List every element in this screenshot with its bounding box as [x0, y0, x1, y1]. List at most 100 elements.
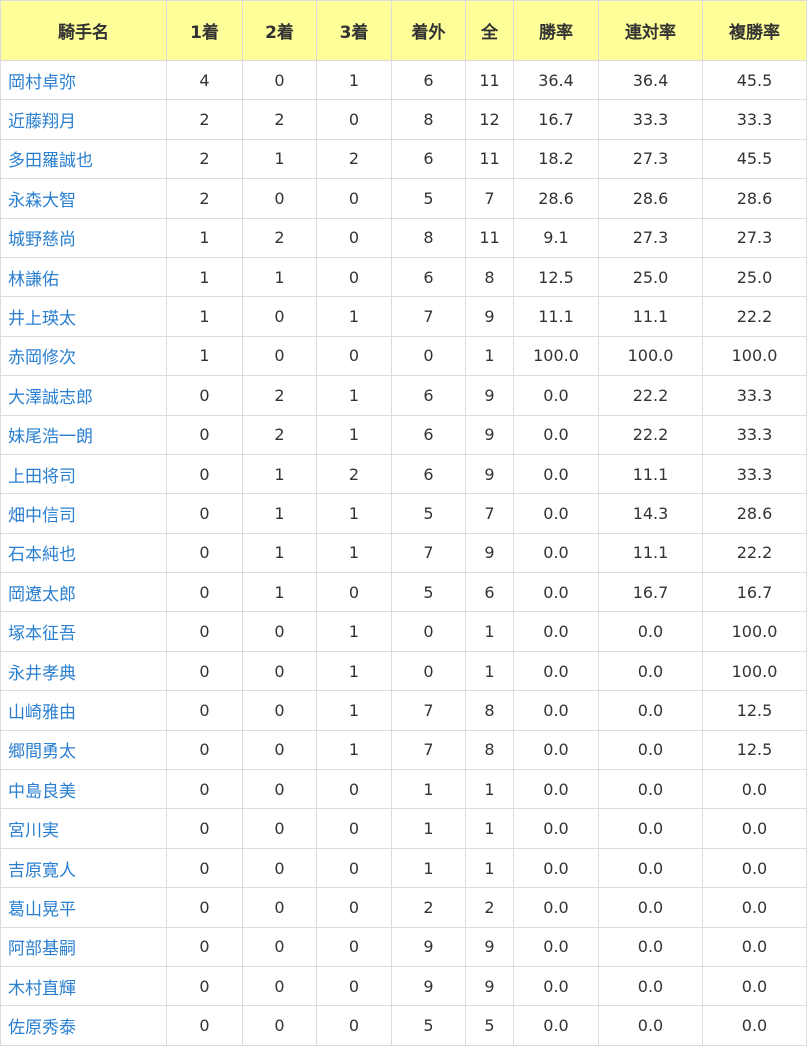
cell-quinella-rate: 0.0	[598, 611, 703, 652]
header-first: 1着	[166, 0, 243, 61]
cell-third: 1	[316, 375, 392, 416]
jockey-name-link[interactable]: 山崎雅由	[8, 703, 76, 723]
cell-second: 1	[242, 572, 317, 613]
cell-third: 0	[316, 335, 392, 377]
jockey-name-link[interactable]: 木村直輝	[8, 979, 76, 999]
table-row: 大澤誠志郎 0 2 1 6 9 0.0 22.2 33.3	[0, 375, 807, 416]
cell-quinella-rate: 0.0	[598, 808, 703, 849]
cell-out: 8	[391, 99, 466, 140]
cell-show-rate: 0.0	[702, 769, 807, 810]
cell-out: 2	[391, 887, 466, 928]
cell-first: 0	[166, 1005, 243, 1046]
jockey-name-link[interactable]: 上田将司	[8, 467, 76, 487]
cell-second: 0	[242, 59, 317, 101]
cell-third: 0	[316, 965, 392, 1007]
jockey-name-link[interactable]: 多田羅誠也	[8, 151, 93, 171]
cell-jockey-name: 永森大智	[0, 178, 167, 219]
jockey-name-link[interactable]: 宮川実	[8, 821, 59, 841]
table-row: 井上瑛太 1 0 1 7 9 11.1 11.1 22.2	[0, 296, 807, 337]
cell-first: 0	[166, 769, 243, 810]
cell-show-rate: 0.0	[702, 808, 807, 849]
cell-quinella-rate: 0.0	[598, 965, 703, 1007]
cell-jockey-name: 阿部基嗣	[0, 926, 167, 967]
table-row: 岡遼太郎 0 1 0 5 6 0.0 16.7 16.7	[0, 572, 807, 613]
cell-third: 0	[316, 847, 392, 889]
jockey-name-link[interactable]: 妹尾浩一朗	[8, 427, 93, 447]
cell-win-rate: 9.1	[513, 217, 599, 258]
cell-out: 5	[391, 178, 466, 219]
jockey-name-link[interactable]: 岡遼太郎	[8, 585, 76, 605]
cell-first: 0	[166, 847, 243, 889]
cell-second: 0	[242, 965, 317, 1007]
cell-jockey-name: 多田羅誠也	[0, 138, 167, 180]
cell-out: 5	[391, 493, 466, 534]
cell-quinella-rate: 0.0	[598, 926, 703, 967]
cell-total: 9	[465, 453, 514, 495]
cell-win-rate: 0.0	[513, 965, 599, 1007]
jockey-name-link[interactable]: 佐原秀泰	[8, 1018, 76, 1038]
cell-quinella-rate: 28.6	[598, 178, 703, 219]
cell-third: 2	[316, 453, 392, 495]
cell-total: 5	[465, 1005, 514, 1046]
cell-second: 1	[242, 532, 317, 574]
table-row: 林謙佑 1 1 0 6 8 12.5 25.0 25.0	[0, 256, 807, 298]
jockey-name-link[interactable]: 永森大智	[8, 191, 76, 211]
jockey-name-link[interactable]: 郷間勇太	[8, 742, 76, 762]
table-row: 吉原寛人 0 0 0 1 1 0.0 0.0 0.0	[0, 847, 807, 889]
jockey-name-link[interactable]: 吉原寛人	[8, 861, 76, 881]
cell-win-rate: 0.0	[513, 650, 599, 692]
cell-quinella-rate: 11.1	[598, 532, 703, 574]
cell-win-rate: 0.0	[513, 611, 599, 652]
cell-quinella-rate: 0.0	[598, 769, 703, 810]
cell-quinella-rate: 22.2	[598, 375, 703, 416]
table-row: 近藤翔月 2 2 0 8 12 16.7 33.3 33.3	[0, 99, 807, 140]
cell-show-rate: 28.6	[702, 493, 807, 534]
cell-show-rate: 0.0	[702, 965, 807, 1007]
cell-win-rate: 100.0	[513, 335, 599, 377]
table-row: 阿部基嗣 0 0 0 9 9 0.0 0.0 0.0	[0, 926, 807, 967]
cell-jockey-name: 山崎雅由	[0, 690, 167, 731]
jockey-name-link[interactable]: 大澤誠志郎	[8, 388, 93, 408]
cell-quinella-rate: 33.3	[598, 99, 703, 140]
cell-jockey-name: 城野慈尚	[0, 217, 167, 258]
cell-jockey-name: 佐原秀泰	[0, 1005, 167, 1046]
jockey-name-link[interactable]: 塚本征吾	[8, 624, 76, 644]
jockey-name-link[interactable]: 畑中信司	[8, 506, 76, 526]
cell-show-rate: 45.5	[702, 138, 807, 180]
cell-second: 0	[242, 690, 317, 731]
jockey-name-link[interactable]: 中島良美	[8, 782, 76, 802]
cell-jockey-name: 吉原寛人	[0, 847, 167, 889]
cell-second: 0	[242, 847, 317, 889]
jockey-name-link[interactable]: 井上瑛太	[8, 309, 76, 329]
jockey-name-link[interactable]: 永井孝典	[8, 664, 76, 684]
cell-total: 8	[465, 729, 514, 771]
cell-third: 1	[316, 59, 392, 101]
jockey-name-link[interactable]: 石本純也	[8, 545, 76, 565]
cell-total: 9	[465, 296, 514, 337]
cell-win-rate: 0.0	[513, 1005, 599, 1046]
cell-first: 0	[166, 532, 243, 574]
cell-quinella-rate: 36.4	[598, 59, 703, 101]
table-header-row: 騎手名 1着 2着 3着 着外 全 勝率 連対率 複勝率	[0, 0, 807, 61]
jockey-name-link[interactable]: 城野慈尚	[8, 230, 76, 250]
cell-quinella-rate: 22.2	[598, 414, 703, 455]
jockey-name-link[interactable]: 葛山晃平	[8, 900, 76, 920]
cell-quinella-rate: 11.1	[598, 296, 703, 337]
cell-first: 0	[166, 414, 243, 455]
jockey-name-link[interactable]: 赤岡修次	[8, 348, 76, 368]
table-row: 畑中信司 0 1 1 5 7 0.0 14.3 28.6	[0, 493, 807, 534]
jockey-name-link[interactable]: 岡村卓弥	[8, 73, 76, 93]
jockey-name-link[interactable]: 近藤翔月	[8, 112, 76, 132]
header-total: 全	[465, 0, 514, 61]
table-row: 山崎雅由 0 0 1 7 8 0.0 0.0 12.5	[0, 690, 807, 731]
cell-third: 1	[316, 532, 392, 574]
jockey-name-link[interactable]: 林謙佑	[8, 270, 59, 290]
cell-out: 6	[391, 375, 466, 416]
cell-win-rate: 0.0	[513, 572, 599, 613]
jockey-name-link[interactable]: 阿部基嗣	[8, 939, 76, 959]
cell-second: 0	[242, 178, 317, 219]
cell-second: 2	[242, 217, 317, 258]
cell-out: 0	[391, 650, 466, 692]
cell-quinella-rate: 11.1	[598, 453, 703, 495]
header-quinella-rate: 連対率	[598, 0, 703, 61]
